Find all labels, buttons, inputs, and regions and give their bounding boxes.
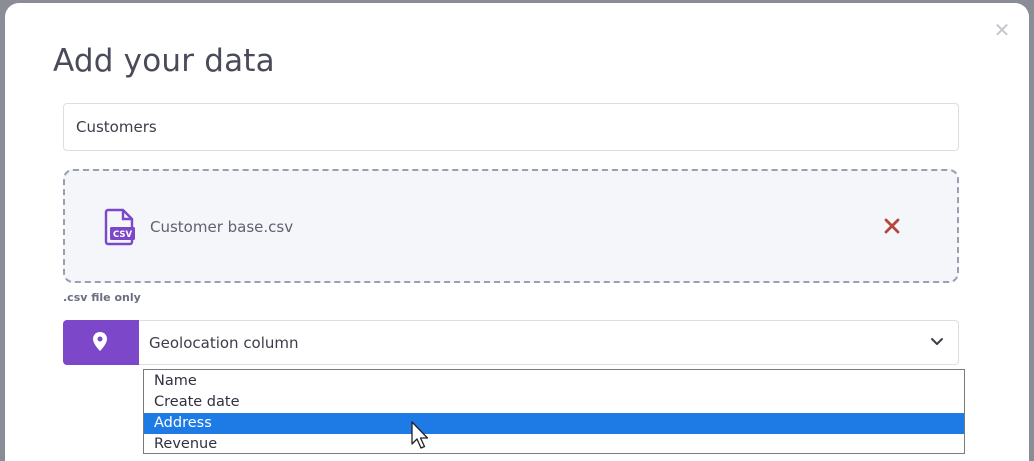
- csv-icon-label: CSV: [113, 230, 133, 240]
- file-dropzone[interactable]: CSV Customer base.csv: [63, 169, 959, 283]
- option-name[interactable]: Name: [144, 371, 964, 392]
- option-create-date[interactable]: Create date: [144, 392, 964, 413]
- remove-file-icon[interactable]: [882, 216, 902, 236]
- option-revenue[interactable]: Revenue: [144, 434, 964, 455]
- file-type-hint: .csv file only: [63, 291, 141, 304]
- geolocation-column-select[interactable]: Geolocation column: [139, 320, 959, 365]
- geolocation-options-list: Name Create date Address Revenue: [143, 369, 965, 454]
- mouse-cursor-icon: [411, 421, 429, 449]
- geolocation-select-label: Geolocation column: [149, 334, 299, 352]
- modal-title: Add your data: [53, 43, 275, 79]
- geolocation-button[interactable]: [63, 320, 139, 365]
- option-address[interactable]: Address: [144, 413, 964, 434]
- map-pin-icon: [93, 332, 107, 351]
- close-icon[interactable]: ✕: [991, 19, 1013, 41]
- uploaded-file-name: Customer base.csv: [150, 218, 294, 236]
- chevron-down-icon: [931, 338, 943, 345]
- dataset-name-input[interactable]: [63, 103, 959, 151]
- csv-file-icon: CSV: [104, 208, 135, 246]
